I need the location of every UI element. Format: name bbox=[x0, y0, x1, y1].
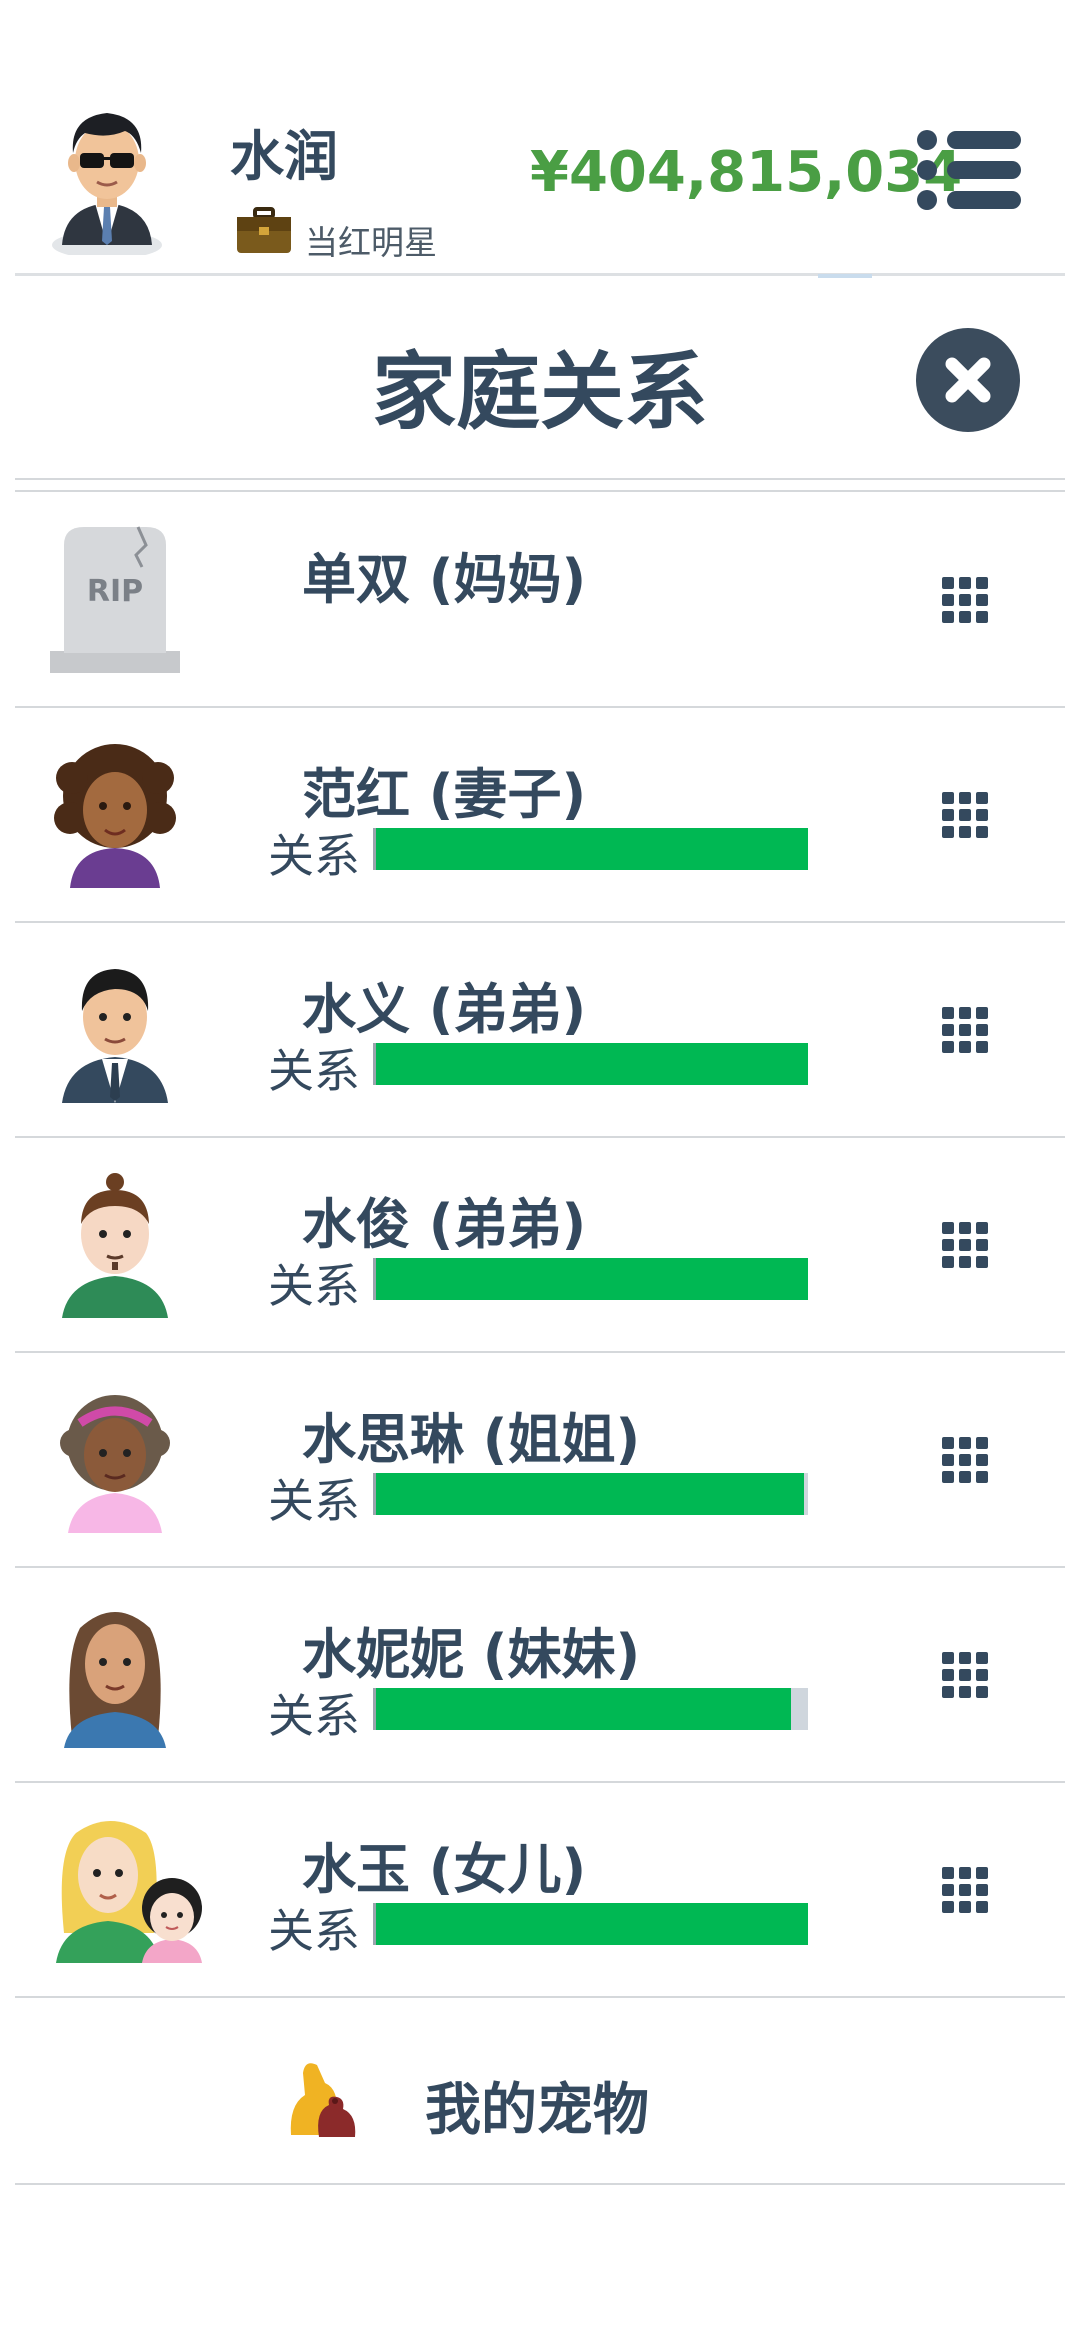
brother-avatar-icon bbox=[62, 1173, 168, 1318]
family-row-sister[interactable]: 水妮妮 (妹妹) 关系 bbox=[15, 1568, 1065, 1783]
relationship-bar-fill bbox=[376, 828, 808, 870]
family-member-name: 水妮妮 (妹妹) bbox=[302, 1623, 641, 1686]
family-member-name: 单双 (妈妈) bbox=[302, 548, 587, 611]
options-grid-icon[interactable] bbox=[940, 1220, 990, 1270]
close-button[interactable] bbox=[916, 328, 1020, 432]
relationship-label: 关系 bbox=[268, 1259, 360, 1313]
options-grid-icon[interactable] bbox=[940, 1435, 990, 1485]
tombstone-icon: RIP bbox=[50, 526, 180, 673]
options-grid-icon[interactable] bbox=[940, 790, 990, 840]
relationship-bar bbox=[373, 1043, 808, 1085]
family-row-brother[interactable]: 水义 (弟弟) 关系 bbox=[15, 923, 1065, 1138]
family-member-name: 范红 (妻子) bbox=[302, 763, 587, 826]
family-member-name: 水玉 (女儿) bbox=[302, 1838, 587, 1901]
job-title: 当红明星 bbox=[305, 223, 437, 262]
relationship-bar bbox=[373, 1688, 808, 1730]
brother-avatar-icon bbox=[62, 969, 168, 1103]
family-row-brother[interactable]: 水俊 (弟弟) 关系 bbox=[15, 1138, 1065, 1353]
header: 水润 当红明星 ¥404,815,034 bbox=[0, 0, 1080, 275]
sister-avatar-icon bbox=[64, 1612, 166, 1748]
relationship-label: 关系 bbox=[268, 1044, 360, 1098]
daughter-avatar-icon bbox=[56, 1821, 202, 1963]
briefcase-icon bbox=[237, 207, 291, 253]
relationship-bar bbox=[373, 1903, 808, 1945]
pet-dog-icon bbox=[290, 2063, 356, 2137]
relationship-bar-fill bbox=[376, 1688, 791, 1730]
relationship-bar-fill bbox=[376, 1043, 808, 1085]
family-row-daughter[interactable]: 水玉 (女儿) 关系 bbox=[15, 1783, 1065, 1998]
relationship-bar bbox=[373, 1258, 808, 1300]
tab-indicator bbox=[818, 274, 872, 278]
my-pets-label: 我的宠物 bbox=[425, 2078, 649, 2143]
relationship-bar-fill bbox=[376, 1473, 804, 1515]
family-member-name: 水思琳 (姐姐) bbox=[302, 1408, 641, 1471]
relationship-bar bbox=[373, 1473, 808, 1515]
menu-icon[interactable] bbox=[915, 128, 1025, 212]
options-grid-icon[interactable] bbox=[940, 1650, 990, 1700]
close-icon bbox=[945, 357, 991, 403]
family-row-sister[interactable]: 水思琳 (姐姐) 关系 bbox=[15, 1353, 1065, 1568]
relationship-label: 关系 bbox=[268, 829, 360, 883]
relationship-bar-fill bbox=[376, 1903, 808, 1945]
header-divider bbox=[15, 273, 1065, 276]
family-row-mother[interactable]: RIP 单双 (妈妈) bbox=[15, 493, 1065, 708]
family-member-name: 水义 (弟弟) bbox=[302, 978, 587, 1041]
relationship-label: 关系 bbox=[268, 1474, 360, 1528]
wife-avatar-icon bbox=[54, 744, 176, 888]
section-divider bbox=[15, 478, 1065, 480]
section-divider bbox=[15, 490, 1065, 492]
player-avatar-icon[interactable] bbox=[40, 95, 175, 255]
options-grid-icon[interactable] bbox=[940, 1005, 990, 1055]
my-pets-button[interactable]: 我的宠物 bbox=[15, 2000, 1065, 2185]
money-balance: ¥404,815,034 bbox=[530, 140, 963, 205]
relationship-label: 关系 bbox=[268, 1904, 360, 1958]
tombstone-text: RIP bbox=[87, 574, 143, 609]
family-member-name: 水俊 (弟弟) bbox=[302, 1193, 587, 1256]
relationship-label: 关系 bbox=[268, 1689, 360, 1743]
sister-avatar-icon bbox=[60, 1395, 170, 1533]
options-grid-icon[interactable] bbox=[940, 575, 990, 625]
options-grid-icon[interactable] bbox=[940, 1865, 990, 1915]
family-row-wife[interactable]: 范红 (妻子) 关系 bbox=[15, 708, 1065, 923]
relationship-bar-fill bbox=[376, 1258, 808, 1300]
player-name: 水润 bbox=[230, 125, 338, 188]
relationship-bar bbox=[373, 828, 808, 870]
